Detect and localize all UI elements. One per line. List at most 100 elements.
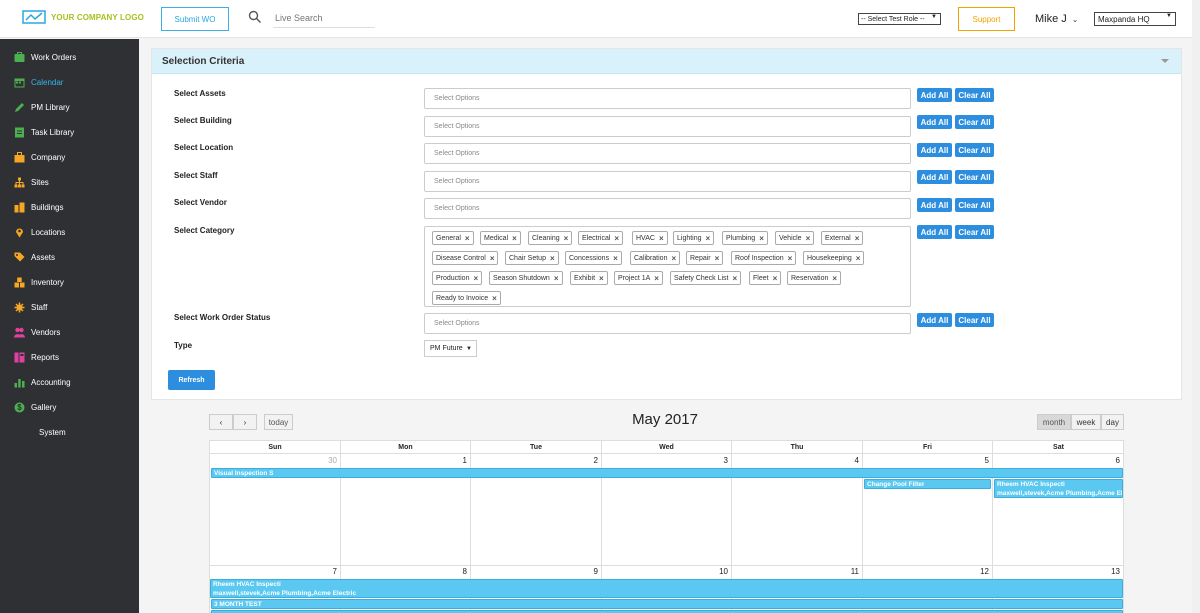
- remove-tag-icon[interactable]: ×: [550, 254, 555, 263]
- sidebar-item-staff[interactable]: Staff: [0, 296, 139, 318]
- sidebar-item-task-library[interactable]: Task Library: [0, 121, 139, 143]
- remove-tag-icon[interactable]: ×: [564, 234, 569, 243]
- category-clear-all-button[interactable]: Clear All: [955, 225, 994, 239]
- company-logo[interactable]: YOUR COMPANY LOGO: [22, 10, 144, 24]
- location-clear-all-button[interactable]: Clear All: [955, 143, 994, 157]
- event-3-month-test[interactable]: 3 MONTH TEST: [211, 599, 1123, 609]
- wo-status-clear-all-button[interactable]: Clear All: [955, 313, 994, 327]
- remove-tag-icon[interactable]: ×: [554, 274, 559, 283]
- building-clear-all-button[interactable]: Clear All: [955, 115, 994, 129]
- remove-tag-icon[interactable]: ×: [614, 234, 619, 243]
- support-button[interactable]: Support: [958, 7, 1015, 31]
- submit-wo-button[interactable]: Submit WO: [161, 7, 229, 31]
- sidebar-item-gallery[interactable]: $ Gallery: [0, 396, 139, 418]
- remove-tag-icon[interactable]: ×: [856, 254, 861, 263]
- sidebar-item-work-orders[interactable]: Work Orders: [0, 46, 139, 68]
- category-add-all-button[interactable]: Add All: [917, 225, 952, 239]
- category-tag-electrical[interactable]: Electrical ×: [578, 231, 624, 245]
- date-cell-number[interactable]: 13: [1093, 567, 1120, 576]
- date-cell-number[interactable]: 8: [440, 567, 467, 576]
- remove-tag-icon[interactable]: ×: [599, 274, 604, 283]
- panel-header[interactable]: Selection Criteria: [152, 49, 1181, 74]
- search-icon[interactable]: [248, 10, 262, 24]
- event-rheem-hvac-inspection[interactable]: Rheem HVAC Inspecti maxwell,stevek,Acme …: [994, 479, 1123, 498]
- sidebar-item-assets[interactable]: Assets: [0, 246, 139, 268]
- refresh-button[interactable]: Refresh: [168, 370, 215, 390]
- category-tag-calibration[interactable]: Calibration ×: [630, 251, 681, 265]
- live-search-input[interactable]: [273, 8, 375, 28]
- location-select[interactable]: Maxpanda HQ ▼: [1094, 12, 1176, 26]
- date-cell-number[interactable]: 4: [832, 456, 859, 465]
- event-visual-inspection[interactable]: Visual Inspection S: [211, 468, 1123, 478]
- remove-tag-icon[interactable]: ×: [465, 234, 470, 243]
- date-cell-number[interactable]: 2: [571, 456, 598, 465]
- date-cell-number[interactable]: 1: [440, 456, 467, 465]
- staff-multiselect[interactable]: Select Options: [424, 171, 911, 192]
- event-rheem-hvac-inspection[interactable]: Rheem HVAC Inspecti maxwell,stevek,Acme …: [210, 579, 1123, 598]
- page-scrollbar[interactable]: [1192, 0, 1200, 613]
- remove-tag-icon[interactable]: ×: [732, 274, 737, 283]
- assets-multiselect[interactable]: Select Options: [424, 88, 911, 109]
- category-tag-exhibit[interactable]: Exhibit ×: [570, 271, 608, 285]
- date-cell-number[interactable]: 9: [571, 567, 598, 576]
- category-tag-concessions[interactable]: Concessions ×: [565, 251, 622, 265]
- event-change-pool-filter[interactable]: Change Pool Filter: [864, 479, 991, 489]
- sidebar-item-buildings[interactable]: Buildings: [0, 196, 139, 218]
- category-tag-disease-control[interactable]: Disease Control ×: [432, 251, 499, 265]
- category-tag-roof-inspection[interactable]: Roof Inspection ×: [731, 251, 797, 265]
- test-role-select[interactable]: -- Select Test Role -- ▼: [858, 13, 941, 25]
- vendor-multiselect[interactable]: Select Options: [424, 198, 911, 219]
- location-add-all-button[interactable]: Add All: [917, 143, 952, 157]
- date-cell-number[interactable]: 5: [962, 456, 989, 465]
- sidebar-item-system[interactable]: System: [0, 421, 139, 443]
- category-tag-general[interactable]: General ×: [432, 231, 474, 245]
- assets-add-all-button[interactable]: Add All: [917, 88, 952, 102]
- sidebar-item-reports[interactable]: Reports: [0, 346, 139, 368]
- category-tag-chair-setup[interactable]: Chair Setup ×: [505, 251, 559, 265]
- remove-tag-icon[interactable]: ×: [659, 234, 664, 243]
- sidebar-item-locations[interactable]: Locations: [0, 221, 139, 243]
- sidebar-item-sites[interactable]: Sites: [0, 171, 139, 193]
- remove-tag-icon[interactable]: ×: [490, 254, 495, 263]
- view-month-button[interactable]: month: [1037, 414, 1071, 430]
- building-add-all-button[interactable]: Add All: [917, 115, 952, 129]
- category-tag-fleet[interactable]: Fleet ×: [749, 271, 782, 285]
- view-week-button[interactable]: week: [1071, 414, 1101, 430]
- remove-tag-icon[interactable]: ×: [759, 234, 764, 243]
- sidebar-item-calendar[interactable]: Calendar: [0, 71, 139, 93]
- next-month-button[interactable]: ›: [233, 414, 257, 430]
- remove-tag-icon[interactable]: ×: [654, 274, 659, 283]
- category-tag-vehicle[interactable]: Vehicle ×: [775, 231, 815, 245]
- date-cell-number[interactable]: 12: [962, 567, 989, 576]
- user-menu[interactable]: Mike J ⌄: [1035, 13, 1078, 25]
- wo-status-add-all-button[interactable]: Add All: [917, 313, 952, 327]
- date-cell-number[interactable]: 30: [310, 456, 337, 465]
- sidebar-item-vendors[interactable]: Vendors: [0, 321, 139, 343]
- assets-clear-all-button[interactable]: Clear All: [955, 88, 994, 102]
- category-tag-lighting[interactable]: Lighting ×: [673, 231, 715, 245]
- category-tag-season-shutdown[interactable]: Season Shutdown ×: [489, 271, 563, 285]
- sidebar-item-company[interactable]: Company: [0, 146, 139, 168]
- category-tag-repair[interactable]: Repair ×: [686, 251, 724, 265]
- today-button[interactable]: today: [264, 414, 293, 430]
- remove-tag-icon[interactable]: ×: [788, 254, 793, 263]
- sidebar-item-pm-library[interactable]: PM Library: [0, 96, 139, 118]
- date-cell-number[interactable]: 7: [310, 567, 337, 576]
- category-tag-production[interactable]: Production ×: [432, 271, 483, 285]
- sidebar-item-inventory[interactable]: Inventory: [0, 271, 139, 293]
- category-tag-reservation[interactable]: Reservation ×: [787, 271, 842, 285]
- sidebar-item-accounting[interactable]: Accounting: [0, 371, 139, 393]
- date-cell-number[interactable]: 11: [832, 567, 859, 576]
- remove-tag-icon[interactable]: ×: [806, 234, 811, 243]
- remove-tag-icon[interactable]: ×: [715, 254, 720, 263]
- view-day-button[interactable]: day: [1101, 414, 1124, 430]
- remove-tag-icon[interactable]: ×: [473, 274, 478, 283]
- remove-tag-icon[interactable]: ×: [492, 294, 497, 303]
- remove-tag-icon[interactable]: ×: [855, 234, 860, 243]
- remove-tag-icon[interactable]: ×: [706, 234, 711, 243]
- wo-status-multiselect[interactable]: Select Options: [424, 313, 911, 334]
- category-tag-project-1a[interactable]: Project 1A ×: [614, 271, 663, 285]
- location-multiselect[interactable]: Select Options: [424, 143, 911, 164]
- staff-clear-all-button[interactable]: Clear All: [955, 170, 994, 184]
- date-cell-number[interactable]: 3: [701, 456, 728, 465]
